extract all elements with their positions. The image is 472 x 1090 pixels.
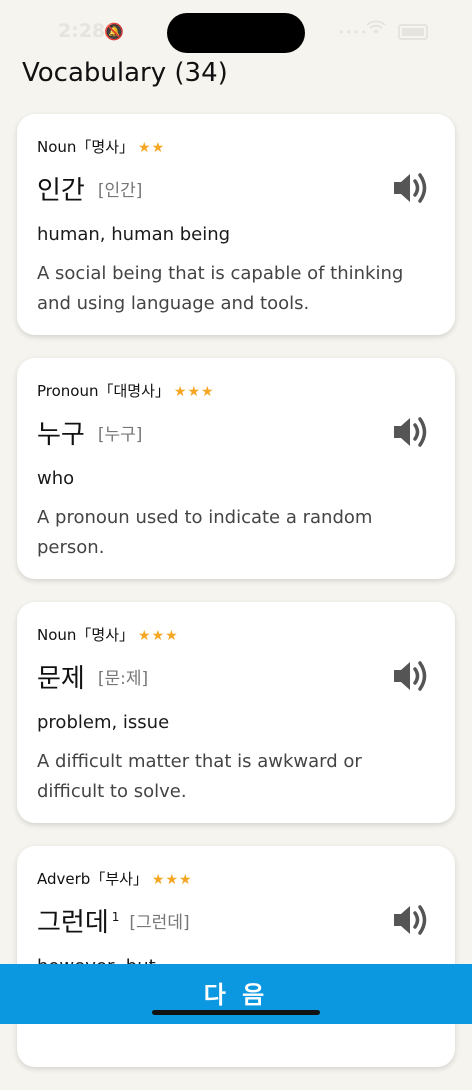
part-of-speech: Noun「명사」 ★★★ bbox=[37, 624, 179, 645]
korean-word: 문제 [문:제] bbox=[37, 658, 148, 695]
word-text: 인간 bbox=[37, 176, 85, 206]
word-card[interactable]: Noun「명사」 ★★ 인간 [인간] human, human being A s… bbox=[17, 114, 455, 335]
definition: A pronoun used to indicate a random pers… bbox=[37, 507, 373, 558]
status-bar: 2:28 🔕 •••• bbox=[0, 0, 472, 60]
korean-word: 인간 [인간] bbox=[37, 170, 142, 207]
pronunciation: [문:제] bbox=[97, 669, 149, 689]
vocabulary-list[interactable]: Noun「명사」 ★★ 인간 [인간] human, human being A s… bbox=[17, 114, 455, 1090]
part-of-speech: Pronoun「대명사」 ★★★ bbox=[37, 380, 215, 401]
pos-label: Noun「명사」 bbox=[37, 138, 135, 156]
difficulty-stars: ★★★ bbox=[173, 384, 215, 400]
pronunciation: [그런데] bbox=[129, 913, 190, 933]
signal-icon: •••• bbox=[338, 26, 368, 39]
meaning: human, human being bbox=[37, 224, 231, 245]
difficulty-stars: ★★★ bbox=[138, 628, 179, 644]
word-text: 그런데 bbox=[37, 908, 109, 938]
word-card[interactable]: Adverb「부사」★★★ 그런데1[그런데] however, but bbox=[17, 846, 455, 1067]
speaker-icon[interactable] bbox=[391, 170, 431, 206]
next-button[interactable]: 다 음 bbox=[0, 964, 472, 1024]
bell-icon: 🔕 bbox=[104, 22, 124, 41]
definition: A social being that is capable of thinki… bbox=[37, 263, 404, 314]
word-text: 누구 bbox=[37, 420, 85, 450]
meaning: who bbox=[37, 468, 75, 489]
homonym-number: 1 bbox=[111, 910, 120, 925]
pos-label: Adverb「부사」 bbox=[37, 870, 148, 888]
korean-word: 누구 [누구] bbox=[37, 414, 142, 451]
pronunciation: [인간] bbox=[97, 181, 143, 201]
definition: A difficult matter that is awkward or di… bbox=[37, 751, 362, 802]
word-card[interactable]: Pronoun「대명사」 ★★★ 누구 [누구] who A pronoun use… bbox=[17, 358, 455, 579]
status-time: 2:28 bbox=[58, 20, 106, 42]
speaker-icon[interactable] bbox=[391, 658, 431, 694]
part-of-speech: Adverb「부사」 ★★★ bbox=[37, 868, 193, 889]
pos-label: Pronoun「대명사」 bbox=[37, 382, 170, 400]
meaning: problem, issue bbox=[37, 712, 170, 733]
part-of-speech: Noun「명사」 ★★ bbox=[37, 136, 165, 157]
battery-icon bbox=[398, 24, 428, 40]
word-card[interactable]: Noun「명사」 ★★★ 문제 [문:제] problem, issue A dif… bbox=[17, 602, 455, 823]
home-indicator[interactable] bbox=[152, 1010, 320, 1015]
wifi-icon bbox=[366, 20, 386, 40]
difficulty-stars: ★★★ bbox=[151, 872, 193, 888]
speaker-icon[interactable] bbox=[391, 902, 431, 938]
speaker-icon[interactable] bbox=[391, 414, 431, 450]
korean-word: 그런데 1 [그런데] bbox=[37, 902, 190, 939]
pronunciation: [누구] bbox=[97, 425, 143, 445]
pos-label: Noun「명사」 bbox=[37, 626, 135, 644]
dynamic-island bbox=[167, 13, 305, 53]
page-title: Vocabulary (34) bbox=[22, 58, 228, 88]
difficulty-stars: ★★ bbox=[138, 140, 166, 156]
word-text: 문제 bbox=[37, 664, 85, 694]
